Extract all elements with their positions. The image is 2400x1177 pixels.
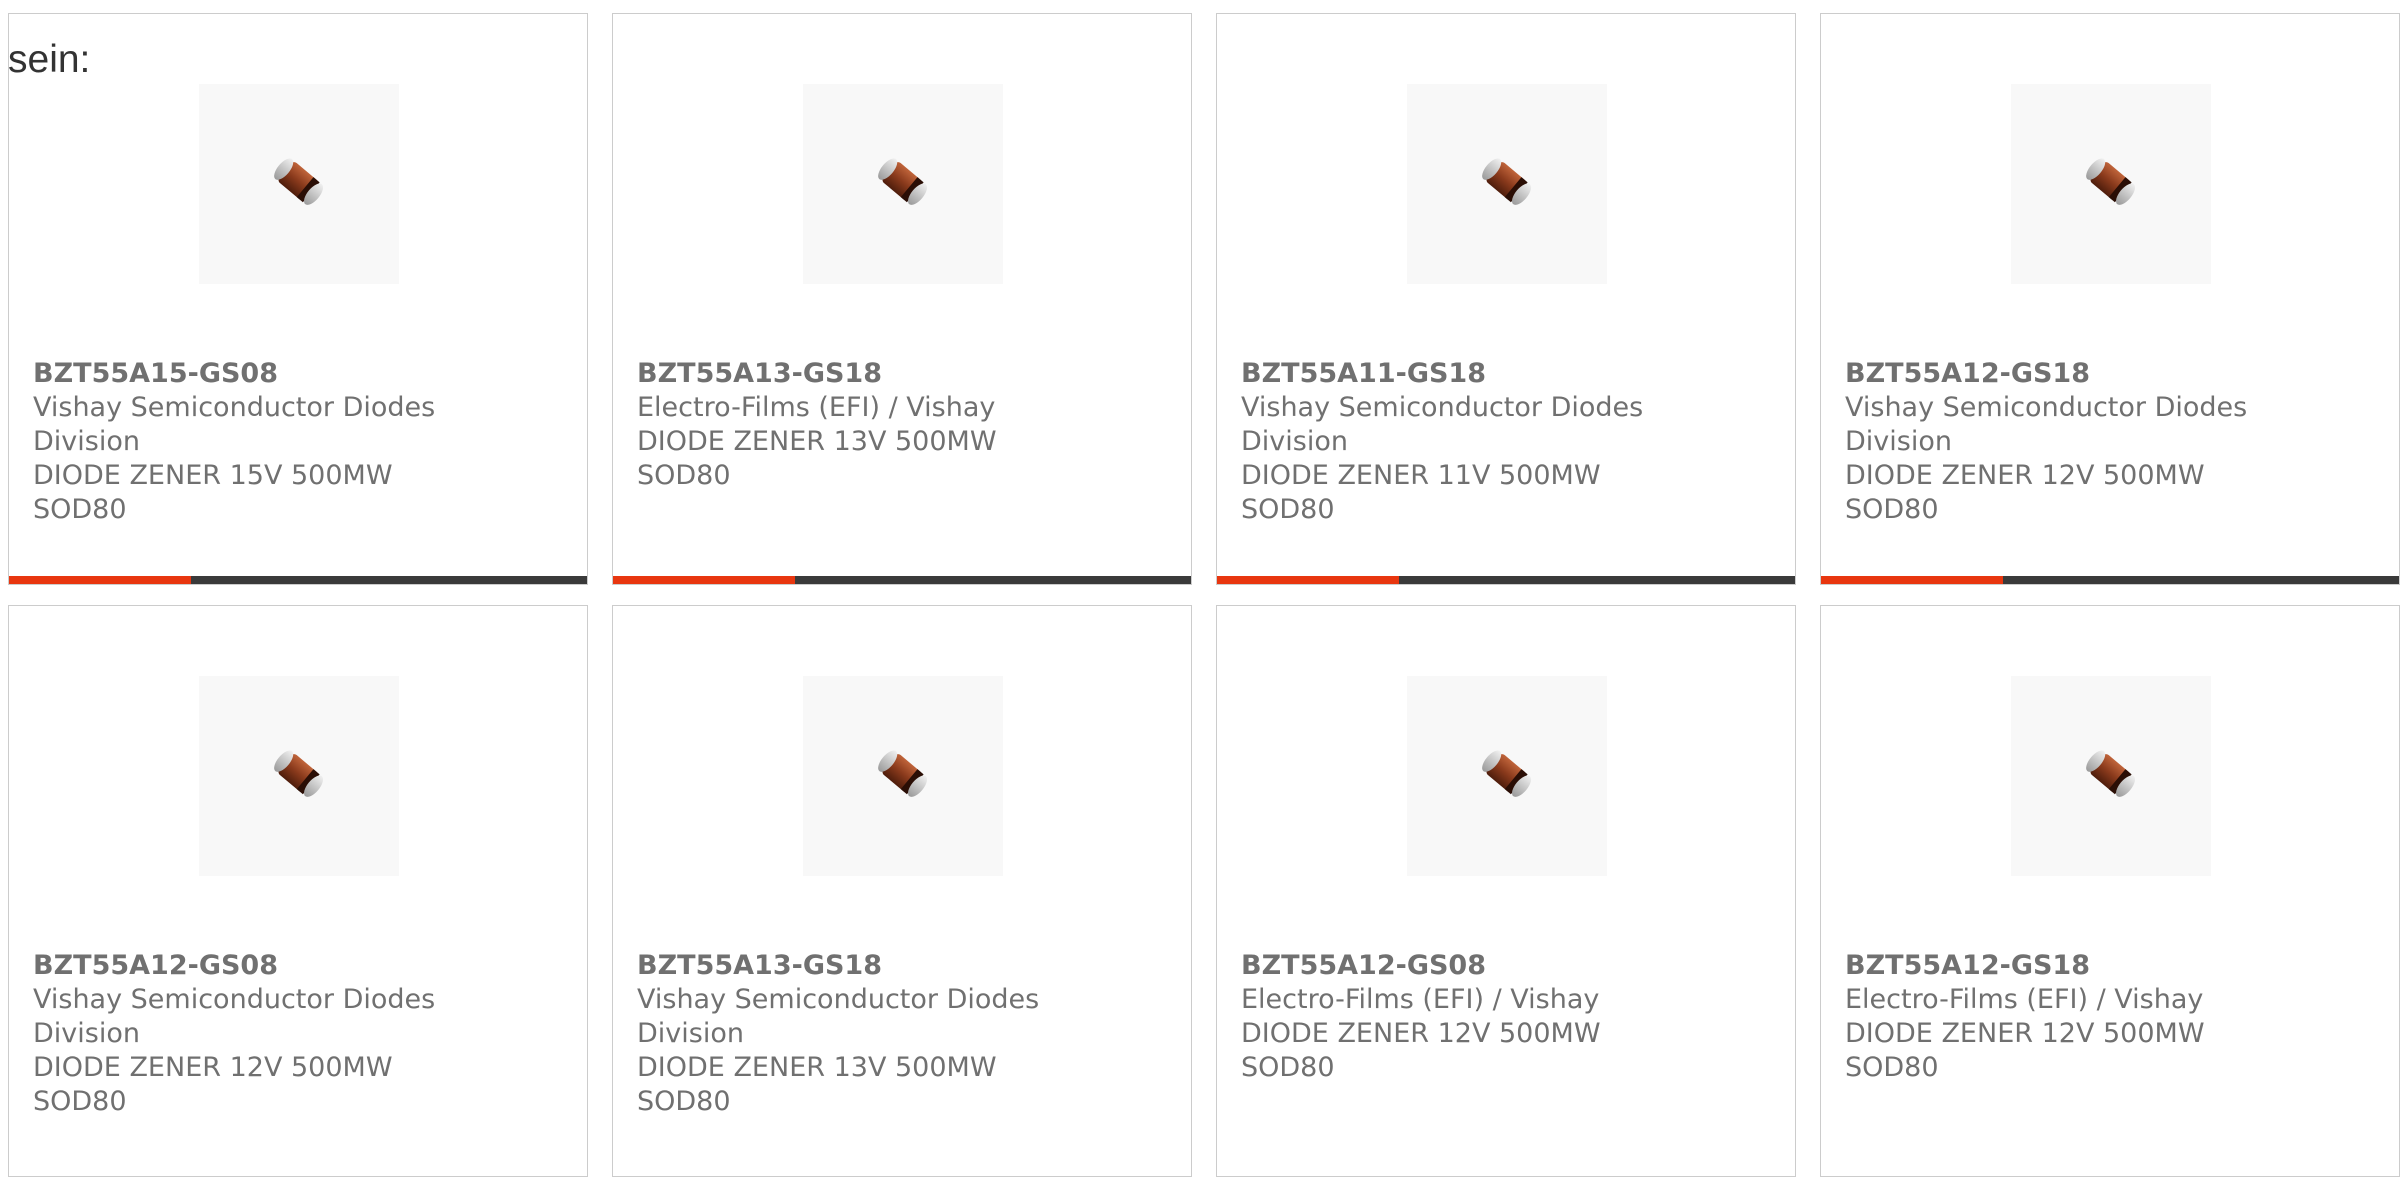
product-image[interactable] [2011,84,2211,284]
progress-bar-fill [9,576,192,584]
progress-bar [613,576,1191,584]
diode-sod80-icon [267,744,330,805]
diode-sod80-icon [2079,152,2142,213]
product-image[interactable] [1407,676,1607,876]
manufacturer-line: Division [1241,426,1348,457]
diode-sod80-icon [1475,152,1538,213]
product-card[interactable]: BZT55A15-GS08 Vishay Semiconductor Diodes… [8,13,588,585]
intro-text: sein: [8,38,91,81]
description-line: SOD80 [33,494,127,525]
progress-bar-fill [613,576,796,584]
description-line: SOD80 [1845,494,1939,525]
manufacturer-line: Vishay Semiconductor Diodes [1845,392,2248,423]
manufacturer-line: Vishay Semiconductor Diodes [33,984,436,1015]
description-line: SOD80 [1845,1052,1939,1083]
part-number[interactable]: BZT55A13-GS18 [637,357,1057,391]
manufacturer-line: Vishay Semiconductor Diodes [637,984,1040,1015]
progress-bar [1217,576,1795,584]
product-card[interactable]: BZT55A12-GS08 Electro-Films (EFI) / Visha… [1216,605,1796,1177]
product-info: BZT55A12-GS08 Electro-Films (EFI) / Visha… [1241,949,1661,1085]
diode-sod80-icon [1475,744,1538,805]
diode-sod80-icon [871,744,934,805]
manufacturer-line: Division [33,426,140,457]
product-info: BZT55A12-GS18 Vishay Semiconductor Diodes… [1845,357,2265,527]
progress-bar-fill [1217,576,1400,584]
product-card[interactable]: BZT55A11-GS18 Vishay Semiconductor Diodes… [1216,13,1796,585]
part-number[interactable]: BZT55A12-GS08 [1241,949,1661,983]
part-number[interactable]: BZT55A12-GS18 [1845,357,2265,391]
description-line: SOD80 [33,1086,127,1117]
product-card[interactable]: BZT55A12-GS18 Electro-Films (EFI) / Visha… [1820,605,2400,1177]
description-line: SOD80 [1241,494,1335,525]
manufacturer-line: Division [637,1018,744,1049]
description-line: SOD80 [637,1086,731,1117]
part-number[interactable]: BZT55A15-GS08 [33,357,453,391]
product-card[interactable]: BZT55A12-GS08 Vishay Semiconductor Diodes… [8,605,588,1177]
part-number[interactable]: BZT55A13-GS18 [637,949,1057,983]
product-grid: BZT55A15-GS08 Vishay Semiconductor Diodes… [8,13,2400,1177]
part-number[interactable]: BZT55A12-GS08 [33,949,453,983]
description-line: SOD80 [637,460,731,491]
manufacturer-line: Division [33,1018,140,1049]
product-image[interactable] [199,84,399,284]
product-image[interactable] [199,676,399,876]
description-line: DIODE ZENER 15V 500MW [33,460,393,491]
progress-bar [9,576,587,584]
product-info: BZT55A13-GS18 Electro-Films (EFI) / Visha… [637,357,1057,493]
description-line: DIODE ZENER 13V 500MW [637,426,997,457]
description-line: DIODE ZENER 12V 500MW [1845,1018,2205,1049]
description-line: DIODE ZENER 11V 500MW [1241,460,1601,491]
product-info: BZT55A15-GS08 Vishay Semiconductor Diodes… [33,357,453,527]
product-image[interactable] [2011,676,2211,876]
description-line: DIODE ZENER 13V 500MW [637,1052,997,1083]
diode-sod80-icon [871,152,934,213]
product-info: BZT55A12-GS18 Electro-Films (EFI) / Visha… [1845,949,2265,1085]
product-image[interactable] [1407,84,1607,284]
product-image[interactable] [803,84,1003,284]
manufacturer-line: Electro-Films (EFI) / Vishay [1845,984,2204,1015]
manufacturer-line: Vishay Semiconductor Diodes [1241,392,1644,423]
progress-bar [1821,576,2399,584]
part-number[interactable]: BZT55A11-GS18 [1241,357,1661,391]
product-card[interactable]: BZT55A13-GS18 Electro-Films (EFI) / Visha… [612,13,1192,585]
product-image[interactable] [803,676,1003,876]
description-line: DIODE ZENER 12V 500MW [33,1052,393,1083]
manufacturer-line: Electro-Films (EFI) / Vishay [1241,984,1600,1015]
product-info: BZT55A12-GS08 Vishay Semiconductor Diodes… [33,949,453,1119]
description-line: DIODE ZENER 12V 500MW [1845,460,2205,491]
product-info: BZT55A13-GS18 Vishay Semiconductor Diodes… [637,949,1057,1119]
part-number[interactable]: BZT55A12-GS18 [1845,949,2265,983]
progress-bar-fill [1821,576,2004,584]
description-line: SOD80 [1241,1052,1335,1083]
description-line: DIODE ZENER 12V 500MW [1241,1018,1601,1049]
manufacturer-line: Electro-Films (EFI) / Vishay [637,392,996,423]
product-info: BZT55A11-GS18 Vishay Semiconductor Diodes… [1241,357,1661,527]
diode-sod80-icon [2079,744,2142,805]
manufacturer-line: Vishay Semiconductor Diodes [33,392,436,423]
product-card[interactable]: BZT55A13-GS18 Vishay Semiconductor Diodes… [612,605,1192,1177]
product-card[interactable]: BZT55A12-GS18 Vishay Semiconductor Diodes… [1820,13,2400,585]
diode-sod80-icon [267,152,330,213]
manufacturer-line: Division [1845,426,1952,457]
